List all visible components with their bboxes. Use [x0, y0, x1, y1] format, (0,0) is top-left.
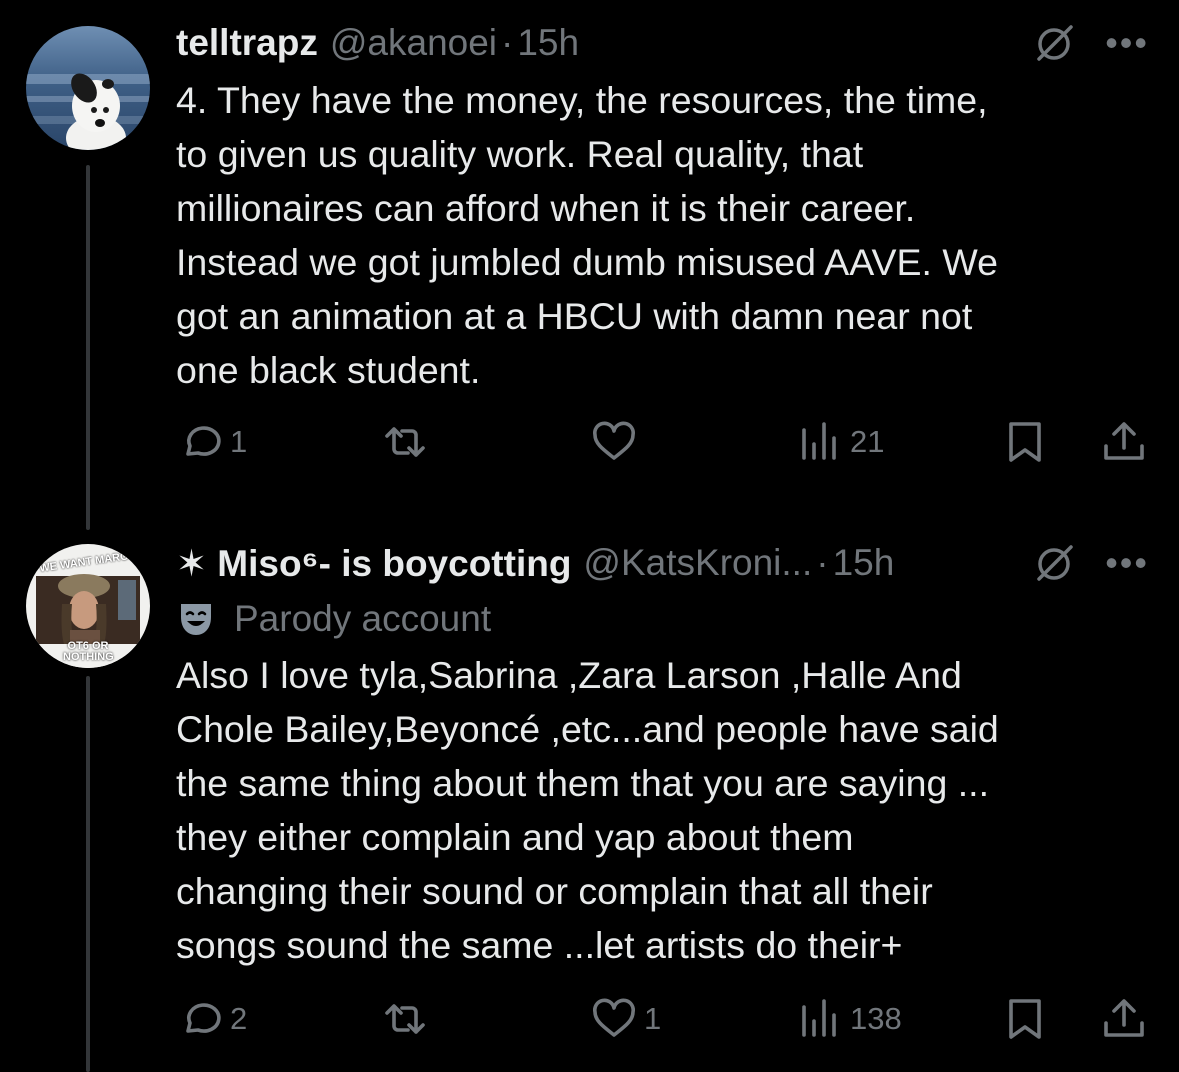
tweet-text-line: they either complain and yap about them — [176, 816, 854, 858]
reply-button[interactable]: 1 — [176, 418, 247, 466]
reply-icon — [186, 426, 221, 456]
bookmark-button[interactable] — [1001, 995, 1049, 1043]
views-count: 21 — [850, 424, 885, 459]
parody-label: Parody account — [176, 596, 491, 642]
timestamp[interactable]: 15h — [833, 542, 895, 584]
reply-count: 2 — [230, 1001, 248, 1036]
tweet[interactable]: telltrapz @akanoei · 15h ••• 4. They hav… — [0, 0, 1179, 520]
action-bar: 1 21 — [176, 418, 1151, 466]
like-button[interactable]: 1 — [590, 995, 661, 1043]
bookmark-icon — [1009, 422, 1041, 462]
bookmark-icon — [1009, 999, 1041, 1039]
views-icon — [802, 422, 836, 460]
parody-label-text: Parody account — [234, 598, 492, 639]
timestamp[interactable]: 15h — [517, 22, 579, 64]
retweet-button[interactable] — [381, 995, 435, 1043]
tweet-text-line: 4. They have the money, the resources, t… — [176, 79, 988, 121]
separator: · — [816, 542, 829, 583]
retweet-button[interactable] — [381, 418, 435, 466]
share-button[interactable] — [1100, 995, 1148, 1043]
tweet-text-line: changing their sound or complain that al… — [176, 870, 933, 912]
share-icon — [1104, 999, 1144, 1037]
grok-icon[interactable] — [1033, 541, 1077, 585]
retweet-icon — [385, 1004, 425, 1034]
separator: · — [501, 22, 514, 63]
tweet-text-line: one black student. — [176, 349, 481, 391]
retweet-icon — [385, 427, 425, 457]
views-button[interactable]: 21 — [796, 418, 884, 466]
tweet[interactable]: WE WANT MARON OT6 OR NOTHING ✶ Miso⁶- is… — [0, 520, 1179, 1072]
tweet-text: Also I love tyla,Sabrina ,Zara Larson ,H… — [176, 648, 1136, 972]
header-icons: ••• — [1033, 540, 1149, 586]
reply-button[interactable]: 2 — [176, 995, 247, 1043]
tweet-text-line: Chole Bailey,Beyoncé ,etc...and people h… — [176, 708, 999, 750]
tweet-text-line: the same thing about them that you are s… — [176, 762, 989, 804]
views-count: 138 — [850, 1001, 902, 1036]
reply-count: 1 — [230, 424, 248, 459]
header-icons: ••• — [1033, 20, 1149, 66]
tweet-text: 4. They have the money, the resources, t… — [176, 73, 1136, 397]
more-icon[interactable]: ••• — [1105, 25, 1149, 61]
parody-mask-icon — [181, 604, 211, 635]
avatar-image — [26, 26, 150, 150]
tweet-text-line: Also I love tyla,Sabrina ,Zara Larson ,H… — [176, 654, 962, 696]
username[interactable]: @KatsKroni... — [583, 542, 812, 584]
heart-icon — [593, 998, 635, 1037]
bookmark-button[interactable] — [1001, 418, 1049, 466]
more-icon[interactable]: ••• — [1105, 545, 1149, 581]
share-button[interactable] — [1100, 418, 1148, 466]
share-icon — [1104, 422, 1144, 460]
views-button[interactable]: 138 — [796, 995, 902, 1043]
like-count: 1 — [644, 1001, 662, 1036]
like-button[interactable] — [590, 418, 644, 466]
avatar[interactable] — [26, 26, 150, 150]
action-bar: 2 1 138 — [176, 995, 1151, 1043]
heart-icon — [593, 421, 635, 460]
tweet-text-line: songs sound the same ...let artists do t… — [176, 924, 903, 966]
avatar-caption-bottom: OT6 OR NOTHING — [63, 640, 114, 663]
tweet-header: telltrapz @akanoei · 15h ••• — [176, 20, 1149, 66]
display-name[interactable]: telltrapz — [176, 22, 318, 64]
display-name[interactable]: ✶ Miso⁶- is boycotting — [176, 542, 571, 585]
tweet-text-line: Instead we got jumbled dumb misused AAVE… — [176, 241, 998, 283]
grok-icon[interactable] — [1033, 21, 1077, 65]
tweet-text-line: got an animation at a HBCU with damn nea… — [176, 295, 973, 337]
username[interactable]: @akanoei — [330, 22, 497, 64]
reply-icon — [186, 1003, 221, 1033]
tweet-text-line: millionaires can afford when it is their… — [176, 187, 916, 229]
views-icon — [802, 999, 836, 1037]
tweet-text-line: to given us quality work. Real quality, … — [176, 133, 864, 175]
avatar[interactable]: WE WANT MARON OT6 OR NOTHING — [26, 544, 150, 668]
tweet-header: ✶ Miso⁶- is boycotting @KatsKroni... · 1… — [176, 540, 1149, 586]
